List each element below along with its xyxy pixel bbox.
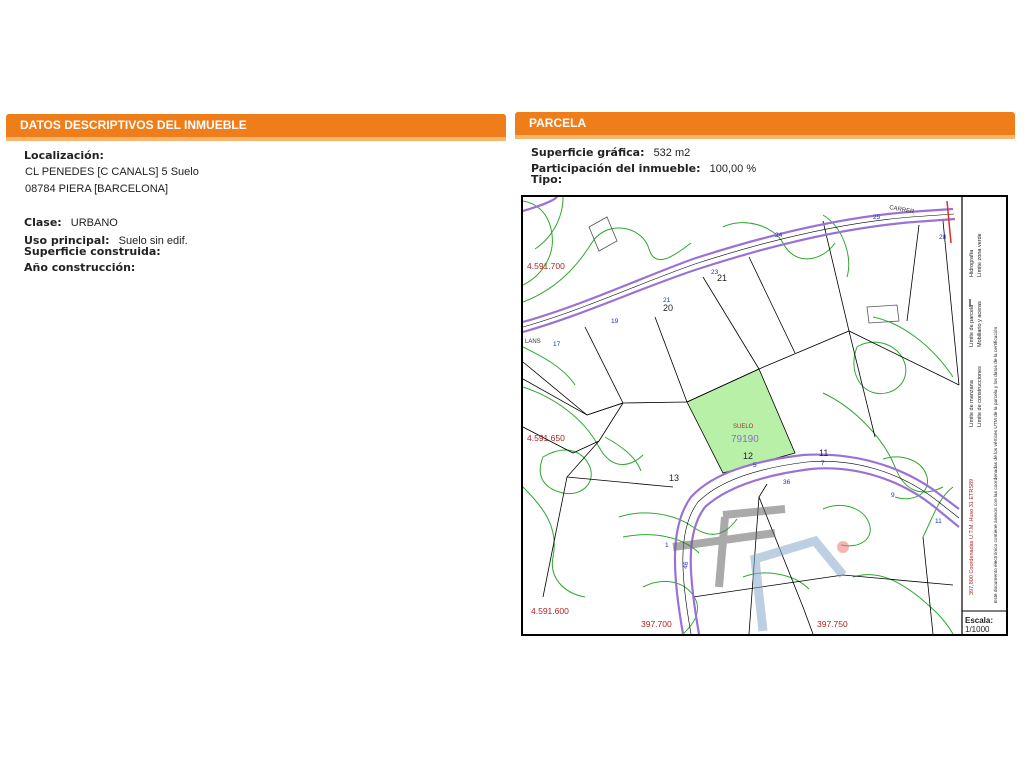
cadastral-map: 4.591.700 4.591.650 4.591.600 397.700 39… bbox=[521, 195, 1008, 636]
scale-value: 1/1000 bbox=[965, 625, 990, 634]
legend-item-mobiliario: Mobiliario y aceras bbox=[977, 301, 983, 347]
coord-y-bottom: 4.591.600 bbox=[531, 606, 569, 616]
participacion-row: Participación del inmueble: 100,00 % bbox=[531, 157, 756, 176]
lot-number: 13 bbox=[669, 473, 679, 483]
section-title-datos: DATOS DESCRIPTIVOS DEL INMUEBLE bbox=[20, 118, 247, 132]
section-title-parcela: PARCELA bbox=[529, 116, 587, 130]
lot-number: 20 bbox=[663, 303, 673, 313]
section-header-datos: DATOS DESCRIPTIVOS DEL INMUEBLE bbox=[6, 114, 506, 141]
road-number: 1 bbox=[665, 542, 669, 549]
participacion-value: 100,00 % bbox=[709, 163, 757, 175]
road-number: 21 bbox=[663, 297, 671, 304]
clase-value: URBANO bbox=[70, 217, 118, 229]
parcel-label: SUELO bbox=[733, 424, 754, 430]
legend-item-manzana: Límite de manzana bbox=[969, 379, 975, 427]
localizacion-label: Localización: bbox=[24, 149, 104, 162]
cadastral-map-svg: 4.591.700 4.591.650 4.591.600 397.700 39… bbox=[523, 197, 1006, 634]
coord-x-right: 397.750 bbox=[817, 619, 848, 629]
parcel-number: 79190 bbox=[731, 434, 759, 445]
lot-number: 12 bbox=[743, 451, 753, 461]
tipo-label: Tipo: bbox=[531, 173, 563, 186]
road-number: 25 bbox=[873, 214, 881, 221]
road-number: 36 bbox=[783, 479, 791, 486]
legend-item-hidrografia: Hidrografía bbox=[969, 249, 975, 277]
road-number: 5 bbox=[753, 462, 757, 469]
coord-x-left: 397.700 bbox=[641, 619, 672, 629]
lot-number: 21 bbox=[717, 273, 727, 283]
legend-item-construcciones: Límite de construcciones bbox=[977, 366, 983, 427]
legend-item-zona-verde: Límite zona verde bbox=[977, 233, 983, 277]
coord-y-mid: 4.591.650 bbox=[527, 433, 565, 443]
legend-doc-note: Este documento electrónico contiene anex… bbox=[993, 326, 999, 603]
ano-construccion-label: Año construcción: bbox=[24, 261, 136, 274]
scale-label: Escala: bbox=[965, 616, 993, 625]
road-number: 7 bbox=[821, 460, 825, 467]
road-number: 23 bbox=[711, 269, 719, 276]
clase-row: Clase: URBANO bbox=[24, 211, 118, 230]
road-number: 24 bbox=[775, 232, 783, 239]
legend-coords-note: 397,800 Coordenadas U.T.M. Huso 31 ETRS8… bbox=[969, 479, 975, 595]
coord-y-top: 4.591.700 bbox=[527, 261, 565, 271]
road-number: 28 bbox=[939, 234, 947, 241]
clase-label: Clase: bbox=[24, 216, 62, 229]
legend-item-parcela: Límite de parcela bbox=[969, 304, 975, 347]
street-name-left: LANS bbox=[525, 339, 541, 345]
road-number: 19 bbox=[611, 318, 619, 325]
road-number: 11 bbox=[935, 518, 942, 525]
lot-number: 11 bbox=[819, 448, 828, 458]
superficie-construida-label: Superficie construida: bbox=[24, 245, 161, 258]
section-header-parcela: PARCELA bbox=[515, 112, 1015, 139]
road-number: 17 bbox=[553, 341, 561, 348]
address-line-2: 08784 PIERA [BARCELONA] bbox=[25, 183, 169, 195]
road-number: 9 bbox=[891, 492, 895, 499]
address-line-1: CL PENEDES [C CANALS] 5 Suelo bbox=[25, 166, 199, 178]
